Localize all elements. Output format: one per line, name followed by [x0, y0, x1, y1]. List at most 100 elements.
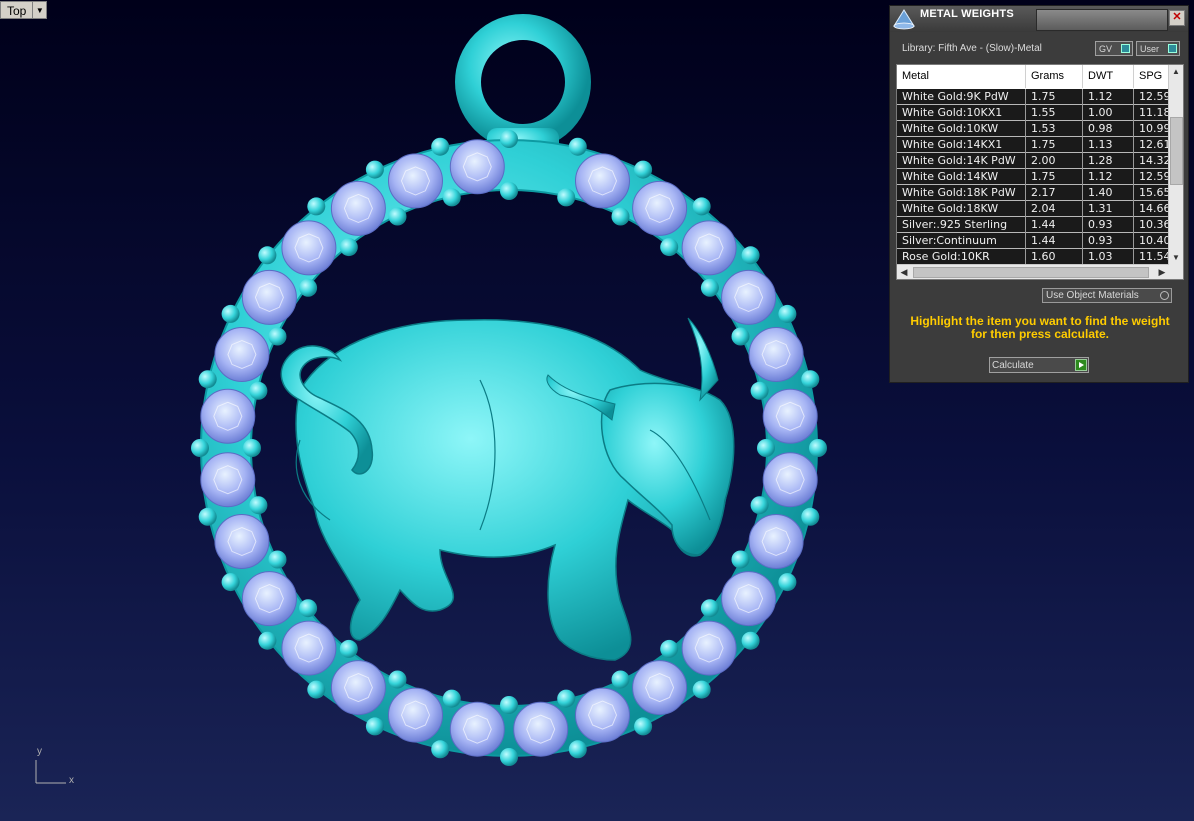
scroll-up-icon[interactable]: ▲ [1169, 65, 1183, 79]
table-row[interactable]: White Gold:14K PdW 2.00 1.28 14.32 [897, 153, 1174, 169]
cell-metal: Silver:.925 Sterling [897, 217, 1026, 233]
table-row[interactable]: White Gold:14KW 1.75 1.12 12.59 [897, 169, 1174, 185]
prong-bead [442, 188, 461, 207]
column-header-grams[interactable]: Grams [1026, 65, 1083, 88]
prong-bead [700, 599, 719, 618]
cell-metal: White Gold:10KW [897, 121, 1026, 137]
column-header-dwt[interactable]: DWT [1083, 65, 1134, 88]
prong-bead [221, 304, 240, 323]
panel-title: METAL WEIGHTS [920, 8, 1014, 20]
cell-dwt: 1.12 [1083, 169, 1134, 185]
scroll-right-icon[interactable]: ▶ [1155, 265, 1169, 279]
table-row[interactable]: Silver:Continuum 1.44 0.93 10.40 [897, 233, 1174, 249]
prong-bead [557, 188, 576, 207]
gem-stone [632, 180, 688, 236]
cell-grams: 2.00 [1026, 153, 1083, 169]
prong-bead [388, 670, 407, 689]
cell-dwt: 1.28 [1083, 153, 1134, 169]
prong-bead [757, 439, 775, 457]
scroll-left-icon[interactable]: ◀ [897, 265, 911, 279]
cell-metal: White Gold:9K PdW [897, 89, 1026, 105]
table-row[interactable]: Rose Gold:10KR 1.60 1.03 11.54 [897, 249, 1174, 265]
prong-bead [307, 680, 326, 699]
prong-bead [431, 137, 450, 156]
user-indicator-icon [1168, 44, 1177, 53]
prong-bead [809, 439, 827, 457]
gem-stone [748, 327, 804, 382]
user-toggle[interactable]: User [1136, 41, 1180, 56]
column-header-metal[interactable]: Metal [897, 65, 1026, 88]
prong-bead [299, 599, 318, 618]
cell-grams: 1.60 [1026, 249, 1083, 265]
prong-bead [611, 670, 630, 689]
cell-grams: 1.55 [1026, 105, 1083, 121]
prong-bead [500, 130, 518, 148]
cell-metal: White Gold:14K PdW [897, 153, 1026, 169]
scroll-down-icon[interactable]: ▼ [1169, 251, 1183, 265]
prong-bead [741, 631, 760, 650]
gem-stone [748, 514, 804, 569]
prong-bead [258, 246, 277, 265]
gv-indicator-icon [1121, 44, 1130, 53]
prong-bead [634, 717, 653, 736]
cell-metal: White Gold:18KW [897, 201, 1026, 217]
vertical-scroll-thumb[interactable] [1170, 117, 1183, 185]
prong-bead [557, 689, 576, 708]
vertical-scrollbar[interactable]: ▲ ▼ [1168, 65, 1183, 265]
horizontal-scroll-thumb[interactable] [913, 267, 1149, 278]
cell-dwt: 1.31 [1083, 201, 1134, 217]
cell-dwt: 1.13 [1083, 137, 1134, 153]
gem-stone [281, 620, 337, 676]
table-row[interactable]: White Gold:9K PdW 1.75 1.12 12.59 [897, 89, 1174, 105]
cell-dwt: 0.93 [1083, 233, 1134, 249]
prong-bead [249, 381, 268, 400]
metal-weights-panel: METAL WEIGHTS ✕ Library: Fifth Ave - (Sl… [889, 5, 1189, 383]
chevron-down-icon[interactable]: ▼ [32, 1, 48, 19]
cell-metal: White Gold:10KX1 [897, 105, 1026, 121]
gem-stone [200, 452, 256, 508]
prong-bead [221, 573, 240, 592]
use-object-materials-toggle[interactable]: Use Object Materials [1042, 288, 1172, 303]
prong-bead [431, 740, 450, 759]
gem-stone [449, 139, 505, 195]
prong-bead [268, 550, 287, 569]
calculate-button[interactable]: Calculate [989, 357, 1089, 373]
prong-bead [778, 573, 797, 592]
cell-grams: 1.44 [1026, 217, 1083, 233]
cell-metal: White Gold:14KX1 [897, 137, 1026, 153]
panel-titlebar[interactable]: METAL WEIGHTS ✕ [890, 6, 1188, 32]
table-row[interactable]: White Gold:18K PdW 2.17 1.40 15.65 [897, 185, 1174, 201]
titlebar-drag-handle[interactable] [1036, 9, 1168, 31]
play-arrow-icon[interactable] [1075, 359, 1087, 371]
gem-stone [330, 660, 386, 716]
prong-bead [660, 238, 679, 257]
gem-stone [721, 269, 777, 325]
gv-toggle[interactable]: GV [1095, 41, 1133, 56]
table-body: White Gold:9K PdW 1.75 1.12 12.59 White Gold… [897, 89, 1174, 265]
viewport-name[interactable]: Top [0, 1, 33, 19]
prong-bead [778, 304, 797, 323]
close-icon[interactable]: ✕ [1169, 10, 1185, 26]
prong-bead [339, 639, 358, 658]
cell-grams: 1.44 [1026, 233, 1083, 249]
cell-dwt: 1.03 [1083, 249, 1134, 265]
viewport-name-menu[interactable]: Top ▼ [0, 1, 48, 19]
prong-bead [339, 238, 358, 257]
prong-bead [307, 197, 326, 216]
axis-gizmo [35, 760, 66, 784]
prong-bead [692, 197, 711, 216]
gem-stone [200, 388, 256, 444]
use-object-materials-label: Use Object Materials [1046, 290, 1139, 301]
cell-grams: 2.04 [1026, 201, 1083, 217]
table-row[interactable]: White Gold:18KW 2.04 1.31 14.66 [897, 201, 1174, 217]
gem-stone [388, 153, 443, 209]
table-row[interactable]: White Gold:10KX1 1.55 1.00 11.18 [897, 105, 1174, 121]
table-row[interactable]: White Gold:14KX1 1.75 1.13 12.61 [897, 137, 1174, 153]
instruction-line-2: for then press calculate. [970, 327, 1110, 341]
table-row[interactable]: White Gold:10KW 1.53 0.98 10.99 [897, 121, 1174, 137]
metal-table[interactable]: Metal Grams DWT SPG White Gold:9K PdW 1.7… [896, 64, 1184, 280]
table-row[interactable]: Silver:.925 Sterling 1.44 0.93 10.36 [897, 217, 1174, 233]
prong-bead [500, 748, 518, 766]
prong-bead [801, 507, 820, 526]
horizontal-scrollbar[interactable]: ◀ ▶ [897, 264, 1169, 279]
